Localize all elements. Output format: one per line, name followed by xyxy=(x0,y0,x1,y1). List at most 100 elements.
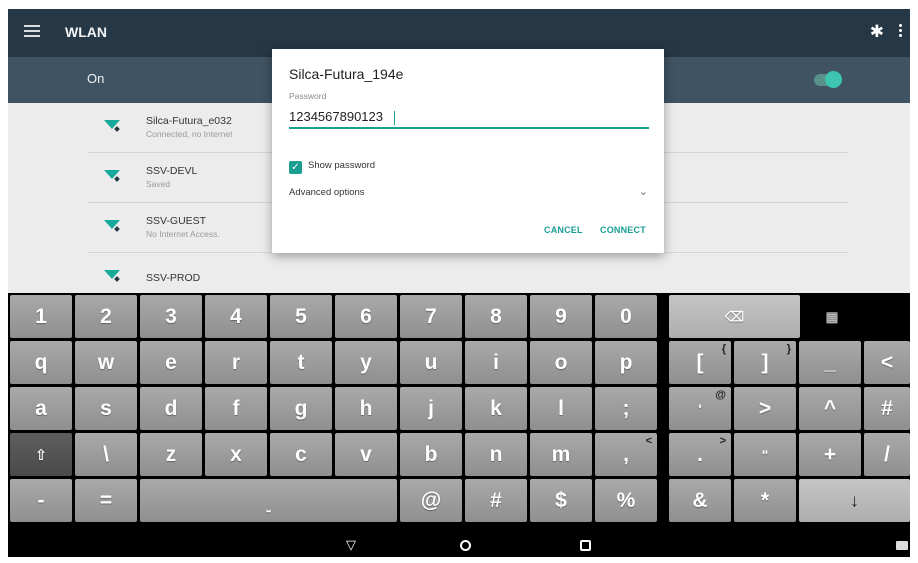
key-h[interactable]: h xyxy=(335,387,397,430)
key-ampersand[interactable]: & xyxy=(669,479,731,522)
key-label: q xyxy=(34,350,48,374)
overflow-menu-icon[interactable] xyxy=(894,22,906,42)
keyboard-switch-key[interactable]: ▦ xyxy=(803,295,861,338)
key-i[interactable]: i xyxy=(465,341,527,384)
key-7[interactable]: 7 xyxy=(400,295,462,338)
key-caret[interactable]: ^ xyxy=(799,387,861,430)
wifi-signal-icon xyxy=(104,220,120,229)
key-g[interactable]: g xyxy=(270,387,332,430)
key-j[interactable]: j xyxy=(400,387,462,430)
chevron-down-icon[interactable]: ⌄ xyxy=(639,185,648,198)
key-label: % xyxy=(616,488,636,512)
key-apostrophe-at[interactable]: ' @ xyxy=(669,387,731,430)
key-m[interactable]: m xyxy=(530,433,592,476)
key-hint: @ xyxy=(715,389,726,401)
keyboard-icon[interactable] xyxy=(896,541,908,550)
key-semicolon[interactable]: ; xyxy=(595,387,657,430)
show-password-checkbox[interactable]: ✓ xyxy=(289,161,302,174)
key-hint: < xyxy=(645,435,652,447)
key-a[interactable]: a xyxy=(10,387,72,430)
key-f[interactable]: f xyxy=(205,387,267,430)
key-w[interactable]: w xyxy=(75,341,137,384)
key-1[interactable]: 1 xyxy=(10,295,72,338)
key-right-bracket[interactable]: ]} xyxy=(734,341,796,384)
space-key[interactable]: ⎵ xyxy=(140,479,397,522)
key-l[interactable]: l xyxy=(530,387,592,430)
key-left-bracket[interactable]: [{ xyxy=(669,341,731,384)
key-minus[interactable]: - xyxy=(10,479,72,522)
key-9[interactable]: 9 xyxy=(530,295,592,338)
network-status: Saved xyxy=(146,179,171,189)
switch-knob xyxy=(825,71,842,88)
key-quote[interactable]: " xyxy=(734,433,796,476)
key-p[interactable]: p xyxy=(595,341,657,384)
key-label: a xyxy=(35,396,47,420)
key-5[interactable]: 5 xyxy=(270,295,332,338)
key-asterisk[interactable]: * xyxy=(734,479,796,522)
key-backslash[interactable]: \ xyxy=(75,433,137,476)
key-0[interactable]: 0 xyxy=(595,295,657,338)
key-n[interactable]: n xyxy=(465,433,527,476)
key-label: $ xyxy=(555,488,567,512)
key-label: v xyxy=(360,442,372,466)
key-percent[interactable]: % xyxy=(595,479,657,522)
key-x[interactable]: x xyxy=(205,433,267,476)
key-label: < xyxy=(880,350,894,374)
key-label: p xyxy=(619,350,633,374)
key-8[interactable]: 8 xyxy=(465,295,527,338)
key-u[interactable]: u xyxy=(400,341,462,384)
backspace-icon: ⌫ xyxy=(724,308,745,324)
key-hash-bottom[interactable]: # xyxy=(465,479,527,522)
key-label: z xyxy=(165,442,177,466)
key-s[interactable]: s xyxy=(75,387,137,430)
key-greater-than[interactable]: > xyxy=(734,387,796,430)
key-d[interactable]: d xyxy=(140,387,202,430)
key-slash[interactable]: / xyxy=(864,433,910,476)
show-password-label[interactable]: Show password xyxy=(308,160,375,171)
key-c[interactable]: c xyxy=(270,433,332,476)
key-z[interactable]: z xyxy=(140,433,202,476)
home-icon[interactable] xyxy=(460,540,471,551)
key-hash[interactable]: # xyxy=(864,387,910,430)
key-at[interactable]: @ xyxy=(400,479,462,522)
key-t[interactable]: t xyxy=(270,341,332,384)
key-v[interactable]: v xyxy=(335,433,397,476)
gear-icon[interactable]: ✱ xyxy=(870,23,884,41)
password-input[interactable] xyxy=(289,105,649,129)
advanced-options-toggle[interactable]: Advanced options xyxy=(289,187,365,198)
key-label: n xyxy=(489,442,503,466)
key-2[interactable]: 2 xyxy=(75,295,137,338)
android-screen: WLAN ✱ On Silca-Futura_e032 Connected, n… xyxy=(8,9,910,557)
key-o[interactable]: o xyxy=(530,341,592,384)
key-4[interactable]: 4 xyxy=(205,295,267,338)
key-less-than[interactable]: < xyxy=(864,341,910,384)
key-6[interactable]: 6 xyxy=(335,295,397,338)
enter-key[interactable]: ↓ xyxy=(799,479,910,522)
key-equals[interactable]: = xyxy=(75,479,137,522)
back-icon[interactable]: ▽ xyxy=(346,537,356,553)
hamburger-menu-icon[interactable] xyxy=(24,25,40,39)
backspace-key[interactable]: ⌫ xyxy=(669,295,800,338)
key-r[interactable]: r xyxy=(205,341,267,384)
connect-button[interactable]: CONNECT xyxy=(600,225,646,235)
key-label: \ xyxy=(103,442,109,466)
key-b[interactable]: b xyxy=(400,433,462,476)
key-comma[interactable]: , < xyxy=(595,433,657,476)
key-plus[interactable]: + xyxy=(799,433,861,476)
key-3[interactable]: 3 xyxy=(140,295,202,338)
key-dollar[interactable]: $ xyxy=(530,479,592,522)
key-label: o xyxy=(554,350,568,374)
wifi-password-dialog: Silca-Futura_194e Password ✓ Show passwo… xyxy=(272,49,664,253)
key-q[interactable]: q xyxy=(10,341,72,384)
key-k[interactable]: k xyxy=(465,387,527,430)
key-underscore[interactable]: _ xyxy=(799,341,861,384)
key-period[interactable]: . > xyxy=(669,433,731,476)
wlan-toggle-switch[interactable] xyxy=(814,71,842,88)
cancel-button[interactable]: CANCEL xyxy=(544,225,583,235)
wifi-signal-icon xyxy=(104,270,120,279)
key-label: x xyxy=(230,442,242,466)
shift-key[interactable]: ⇧ xyxy=(10,433,72,476)
recent-apps-icon[interactable] xyxy=(580,540,591,551)
key-y[interactable]: y xyxy=(335,341,397,384)
key-e[interactable]: e xyxy=(140,341,202,384)
